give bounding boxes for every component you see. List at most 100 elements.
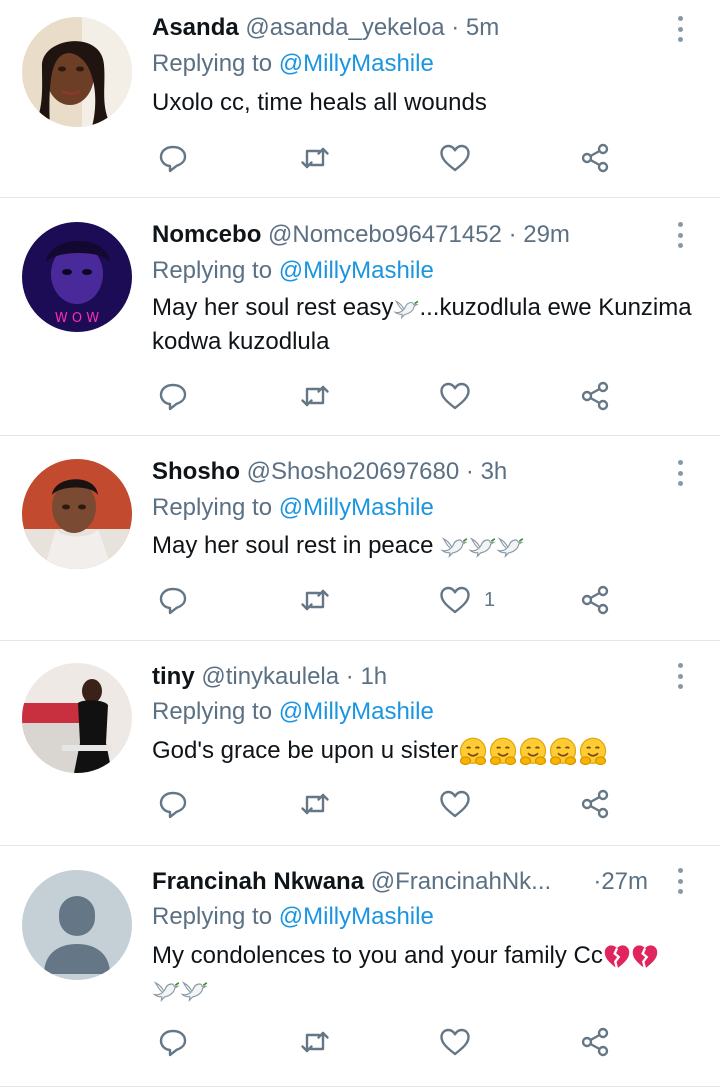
more-vertical-icon[interactable]	[672, 866, 688, 896]
heart-icon	[438, 1025, 472, 1059]
reply-button[interactable]	[156, 1022, 190, 1062]
like-button[interactable]	[438, 784, 484, 824]
retweet-button[interactable]	[298, 580, 332, 620]
like-button[interactable]	[438, 376, 484, 416]
retweet-icon	[298, 141, 332, 175]
retweet-icon	[298, 379, 332, 413]
share-icon	[578, 1025, 612, 1059]
retweet-button[interactable]	[298, 1022, 332, 1062]
user-name[interactable]: Asanda	[152, 14, 239, 41]
avatar[interactable]	[22, 870, 132, 980]
heart-icon	[438, 787, 472, 821]
share-button[interactable]	[578, 784, 612, 824]
replying-to-label: Replying to	[152, 698, 273, 725]
replying-to: Replying to @MillyMashile	[152, 698, 434, 726]
user-handle[interactable]: @FrancinahNk...	[371, 868, 551, 895]
broken-heart-emoji-icon	[603, 943, 631, 971]
avatar[interactable]	[22, 17, 132, 127]
retweet-icon	[298, 583, 332, 617]
timestamp[interactable]: 3h	[481, 458, 508, 485]
reply-button[interactable]	[156, 376, 190, 416]
more-vertical-icon[interactable]	[672, 458, 688, 488]
replying-to: Replying to @MillyMashile	[152, 494, 434, 522]
user-handle[interactable]: @asanda_yekeloa	[245, 14, 444, 41]
reply-button[interactable]	[156, 138, 190, 178]
tweet-text: God's grace be upon u sister	[152, 734, 692, 768]
timestamp[interactable]: 27m	[601, 868, 648, 895]
user-name[interactable]: tiny	[152, 663, 195, 690]
mention-link[interactable]: @MillyMashile	[279, 257, 434, 284]
replying-to-label: Replying to	[152, 50, 273, 77]
separator-dot: ·	[451, 14, 460, 41]
avatar[interactable]: W O W	[22, 222, 132, 332]
dove-emoji-icon	[440, 535, 468, 559]
tweet-text-content: May her soul rest easy	[152, 294, 394, 321]
tweet-item[interactable]: Asanda @asanda_yekeloa · 5m Replying to …	[0, 0, 720, 198]
user-name[interactable]: Shosho	[152, 458, 240, 485]
user-handle[interactable]: @Nomcebo96471452	[268, 221, 502, 248]
timestamp[interactable]: 5m	[466, 14, 499, 41]
like-button[interactable]: 1	[438, 580, 495, 620]
tweet-text-content: May her soul rest in peace	[152, 532, 434, 559]
hugging-face-emoji-icon	[488, 737, 518, 767]
tweet-item[interactable]: Shosho @Shosho20697680 · 3h Replying to …	[0, 436, 720, 641]
like-count: 1	[484, 588, 496, 611]
avatar[interactable]	[22, 459, 132, 569]
tweet-text-content: My condolences to you and your family Cc	[152, 942, 603, 969]
replying-to-label: Replying to	[152, 257, 273, 284]
share-button[interactable]	[578, 1022, 612, 1062]
dove-emoji-icon	[152, 979, 180, 1003]
retweet-button[interactable]	[298, 376, 332, 416]
tweet-actions: 1	[150, 580, 630, 620]
mention-link[interactable]: @MillyMashile	[279, 50, 434, 77]
like-button[interactable]	[438, 1022, 484, 1062]
mention-link[interactable]: @MillyMashile	[279, 698, 434, 725]
mention-link[interactable]: @MillyMashile	[279, 903, 434, 930]
heart-icon	[438, 141, 472, 175]
tweet-item[interactable]: tiny @tinykaulela · 1h Replying to @Mill…	[0, 641, 720, 846]
user-handle[interactable]: @tinykaulela	[201, 663, 339, 690]
hugging-face-emoji-icon	[578, 737, 608, 767]
share-icon	[578, 583, 612, 617]
share-button[interactable]	[578, 580, 612, 620]
tweet-text: May her soul rest easy ...kuzodlula ewe K…	[152, 291, 692, 359]
tweet-actions	[150, 784, 630, 824]
tweet-text-content: Uxolo cc, time heals all wounds	[152, 89, 487, 116]
tweet-text: May her soul rest in peace	[152, 529, 692, 563]
tweet-item[interactable]: Francinah Nkwana @FrancinahNk... ·27m Re…	[0, 846, 720, 1087]
timestamp[interactable]: 29m	[523, 221, 570, 248]
mention-link[interactable]: @MillyMashile	[279, 494, 434, 521]
dove-emoji-icon	[496, 535, 524, 559]
share-icon	[578, 141, 612, 175]
avatar[interactable]	[22, 663, 132, 773]
reply-button[interactable]	[156, 784, 190, 824]
retweet-button[interactable]	[298, 138, 332, 178]
user-handle[interactable]: @Shosho20697680	[247, 458, 460, 485]
share-button[interactable]	[578, 138, 612, 178]
more-vertical-icon[interactable]	[672, 220, 688, 250]
hugging-face-emoji-icon	[458, 737, 488, 767]
avatar-filter-text: W O W	[55, 311, 99, 326]
user-name[interactable]: Nomcebo	[152, 221, 261, 248]
dove-emoji-icon	[180, 979, 208, 1003]
share-button[interactable]	[578, 376, 612, 416]
reply-icon	[156, 379, 190, 413]
timestamp[interactable]: 1h	[360, 663, 387, 690]
replying-to-label: Replying to	[152, 903, 273, 930]
replying-to-label: Replying to	[152, 494, 273, 521]
reply-button[interactable]	[156, 580, 190, 620]
share-icon	[578, 379, 612, 413]
tweet-item[interactable]: W O W Nomcebo @Nomcebo96471452 · 29m Rep…	[0, 198, 720, 436]
retweet-icon	[298, 1025, 332, 1059]
retweet-icon	[298, 787, 332, 821]
separator-dot: ·	[508, 221, 517, 248]
reply-icon	[156, 1025, 190, 1059]
dove-emoji-icon	[393, 298, 419, 320]
like-button[interactable]	[438, 138, 484, 178]
replying-to: Replying to @MillyMashile	[152, 257, 434, 285]
retweet-button[interactable]	[298, 784, 332, 824]
share-icon	[578, 787, 612, 821]
more-vertical-icon[interactable]	[672, 14, 688, 44]
user-name[interactable]: Francinah Nkwana	[152, 868, 364, 895]
more-vertical-icon[interactable]	[672, 661, 688, 691]
